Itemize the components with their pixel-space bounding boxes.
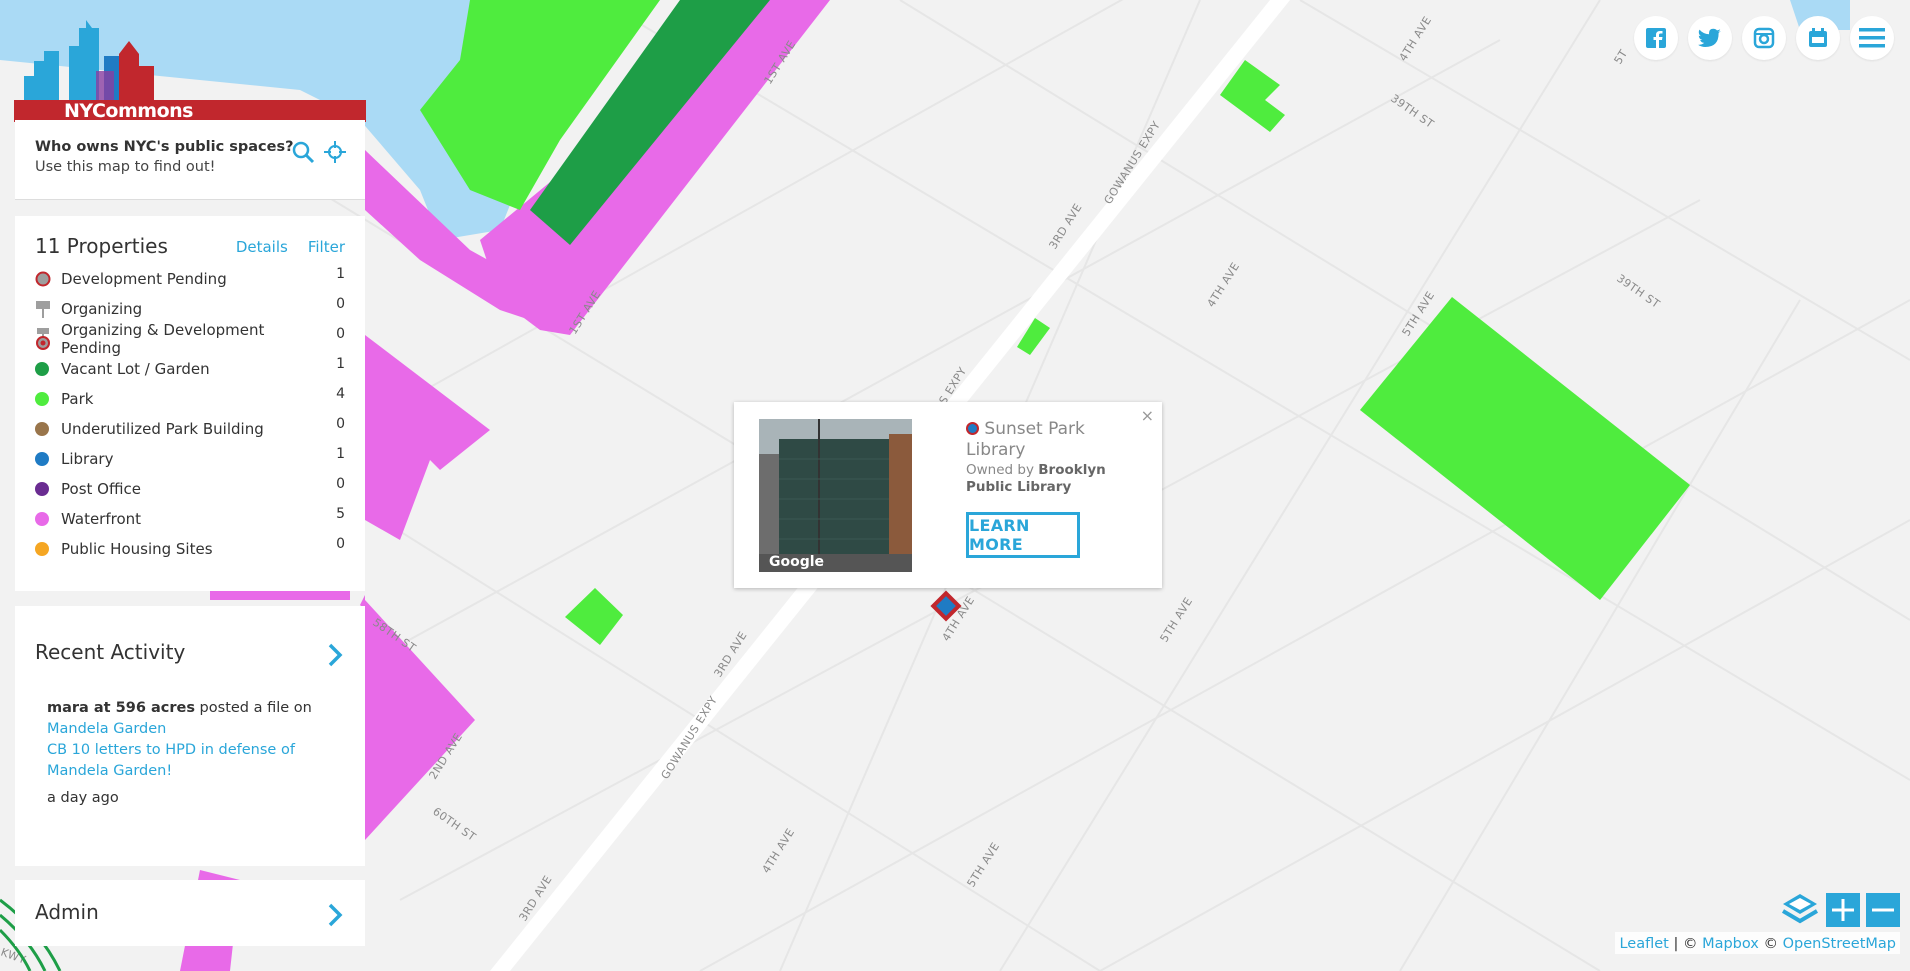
property-row-waterfront[interactable]: Waterfront 5	[35, 504, 345, 534]
park-dot-icon	[35, 392, 49, 406]
property-row-vacant-lot[interactable]: Vacant Lot / Garden 1	[35, 354, 345, 384]
waterfront-dot-icon	[35, 512, 49, 526]
activity-user[interactable]: mara at 596 acres	[47, 700, 195, 716]
properties-panel: 11 Properties Details Filter Development…	[15, 216, 365, 591]
layers-icon	[1781, 894, 1819, 924]
locate-icon[interactable]	[323, 140, 347, 164]
underutilized-dot-icon	[35, 422, 49, 436]
mapbox-link[interactable]: Mapbox	[1702, 936, 1759, 952]
vacant-lot-dot-icon	[35, 362, 49, 376]
property-row-public-housing[interactable]: Public Housing Sites 0	[35, 534, 345, 564]
layers-button[interactable]	[1780, 890, 1820, 930]
nycommons-logo[interactable]: NYCommons	[14, 16, 366, 122]
property-row-organizing-development[interactable]: Organizing & Development Pending 0	[35, 321, 345, 357]
property-count: 0	[336, 536, 345, 552]
property-label: Underutilized Park Building	[61, 420, 264, 438]
intro-panel: Who owns NYC's public spaces? Use this m…	[15, 120, 365, 200]
property-count: 1	[336, 446, 345, 462]
development-pending-icon	[35, 271, 51, 287]
property-row-underutilized-park-building[interactable]: Underutilized Park Building 0	[35, 414, 345, 444]
instagram-button[interactable]	[1742, 16, 1786, 60]
map-controls	[1780, 890, 1900, 930]
street-view-image: Google	[759, 419, 912, 572]
facebook-icon	[1646, 28, 1666, 48]
library-dot-icon	[35, 452, 49, 466]
chevron-right-icon[interactable]	[327, 902, 343, 928]
instagram-icon	[1753, 27, 1775, 49]
calendar-icon	[1809, 28, 1827, 47]
close-icon[interactable]: ×	[1141, 406, 1154, 425]
property-row-library[interactable]: Library 1	[35, 444, 345, 474]
property-row-development-pending[interactable]: Development Pending 1	[35, 264, 345, 294]
zoom-in-button[interactable]	[1826, 893, 1860, 927]
post-office-dot-icon	[35, 482, 49, 496]
activity-time: a day ago	[47, 790, 119, 806]
waterfront-area	[210, 590, 350, 600]
properties-title: 11 Properties	[35, 234, 168, 258]
property-count: 0	[336, 476, 345, 492]
attribution-separator: ©	[1758, 936, 1783, 952]
facebook-button[interactable]	[1634, 16, 1678, 60]
property-row-park[interactable]: Park 4	[35, 384, 345, 414]
property-label: Library	[61, 450, 114, 468]
property-label: Park	[61, 390, 94, 408]
property-label: Organizing	[61, 300, 143, 318]
property-count: 1	[336, 356, 345, 372]
brand-name: NYCommons	[64, 100, 193, 122]
twitter-icon	[1698, 28, 1721, 47]
minus-icon	[1872, 908, 1894, 912]
calendar-button[interactable]	[1796, 16, 1840, 60]
zoom-out-button[interactable]	[1866, 893, 1900, 927]
activity-file-link[interactable]: CB 10 letters to HPD in defense of Mande…	[47, 740, 345, 782]
property-label: Public Housing Sites	[61, 540, 213, 558]
filter-link[interactable]: Filter	[308, 238, 345, 256]
twitter-button[interactable]	[1688, 16, 1732, 60]
social-links	[1634, 16, 1894, 60]
admin-title: Admin	[35, 900, 99, 924]
organizing-development-icon	[36, 328, 50, 350]
street-view-photo[interactable]: Google	[759, 419, 912, 572]
recent-activity-panel: Recent Activity mara at 596 acres posted…	[15, 606, 365, 866]
admin-panel[interactable]: Admin	[15, 880, 365, 946]
recent-activity-title: Recent Activity	[35, 640, 186, 664]
search-icon[interactable]	[291, 140, 315, 164]
property-count: 4	[336, 386, 345, 402]
popup-title-text: Sunset Park Library	[966, 419, 1085, 460]
property-label: Vacant Lot / Garden	[61, 360, 210, 378]
property-label: Waterfront	[61, 510, 142, 528]
leaflet-link[interactable]: Leaflet	[1619, 936, 1668, 952]
learn-more-button[interactable]: LEARN MORE	[966, 512, 1080, 558]
organizing-sign-icon	[36, 301, 50, 318]
activity-place-link[interactable]: Mandela Garden	[47, 719, 345, 740]
library-marker-icon	[966, 422, 979, 435]
property-row-post-office[interactable]: Post Office 0	[35, 474, 345, 504]
photo-credit: Google	[769, 554, 824, 570]
details-link[interactable]: Details	[236, 238, 288, 256]
plus-icon	[1832, 899, 1854, 921]
property-label: Development Pending	[61, 270, 227, 288]
property-count: 1	[336, 266, 345, 282]
activity-entry: mara at 596 acres posted a file on Mande…	[35, 698, 345, 809]
activity-action: posted a file on	[194, 700, 312, 716]
popup-title[interactable]: Sunset Park Library	[966, 419, 1116, 461]
map-attribution: Leaflet | © Mapbox © OpenStreetMap	[1615, 932, 1900, 954]
property-label: Organizing & Development Pending	[61, 321, 265, 357]
property-popup: Google × Sunset Park Library Owned by Br…	[734, 402, 1162, 588]
popup-owner: Owned by Brooklyn Public Library	[966, 462, 1126, 496]
property-label: Post Office	[61, 480, 141, 498]
openstreetmap-link[interactable]: OpenStreetMap	[1783, 936, 1896, 952]
property-count: 0	[336, 326, 345, 342]
menu-icon	[1859, 28, 1885, 48]
public-housing-dot-icon	[35, 542, 49, 556]
attribution-separator: | ©	[1668, 936, 1703, 952]
property-count: 0	[336, 416, 345, 432]
chevron-right-icon[interactable]	[327, 642, 343, 668]
menu-button[interactable]	[1850, 16, 1894, 60]
property-count: 0	[336, 296, 345, 312]
owned-prefix: Owned by	[966, 462, 1039, 478]
property-count: 5	[336, 506, 345, 522]
property-row-organizing[interactable]: Organizing 0	[35, 294, 345, 324]
